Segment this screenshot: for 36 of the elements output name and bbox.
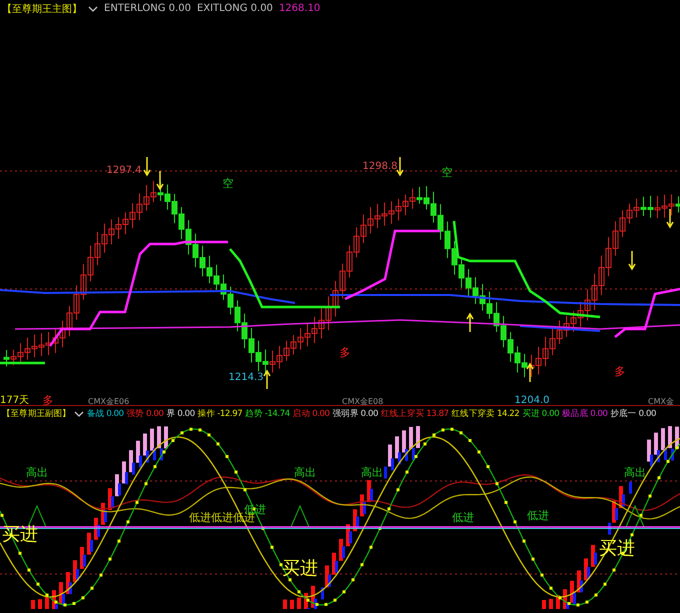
- period-label: 177天: [0, 395, 30, 405]
- signal-label: 多: [340, 346, 350, 359]
- legend-item: 强势 0.00: [126, 408, 164, 420]
- legend-item: 强弱界 0.00: [332, 408, 378, 420]
- legend-item: 界 0.00: [166, 408, 195, 420]
- legend-item: 操作 -12.97: [198, 408, 242, 420]
- contract-label: CMX金E08: [342, 397, 384, 405]
- signal-label: 空: [442, 166, 452, 179]
- legend-item: 备战 0.00: [86, 408, 124, 420]
- contract-label: CMX金: [648, 397, 674, 405]
- legend-item: 红线上穿买 13.87: [381, 408, 449, 420]
- price-label: 1214.3: [228, 372, 264, 383]
- legend-item: 极品底 0.00: [562, 408, 608, 420]
- contract-label: CMX金E06: [88, 397, 130, 405]
- signal-label: 空: [222, 177, 234, 190]
- price-label: 1297.4: [106, 165, 142, 176]
- price-label: 1204.0: [514, 395, 550, 405]
- signal-label: 低进: [452, 511, 474, 524]
- legend-item: 启动 0.00: [292, 408, 330, 420]
- legend-item: EXITLONG 0.00: [196, 3, 273, 14]
- signal-label: 高出: [294, 466, 316, 479]
- signal-label: 买进: [282, 558, 318, 579]
- signal-label: 高出: [26, 466, 48, 479]
- legend-item: 买进 0.00: [522, 408, 560, 420]
- legend-item: ENTERLONG 0.00: [104, 3, 191, 14]
- panel-title[interactable]: 【至尊期王主图】: [2, 2, 82, 16]
- price-label: 1298.8: [362, 161, 398, 172]
- signal-label: 多: [614, 365, 626, 378]
- legend-item: 趋势 -14.74: [245, 408, 290, 420]
- legend-item: 抄底一 0.00: [610, 408, 656, 420]
- legend-item: 红线下穿卖 14.22: [452, 408, 520, 420]
- signal-label: 高出: [624, 466, 646, 479]
- signal-label: 高出: [361, 466, 383, 479]
- price-value: 1268.10: [278, 3, 320, 14]
- panel-title[interactable]: 【至尊期王副图】: [2, 408, 71, 420]
- signal-label: 低进: [527, 509, 549, 522]
